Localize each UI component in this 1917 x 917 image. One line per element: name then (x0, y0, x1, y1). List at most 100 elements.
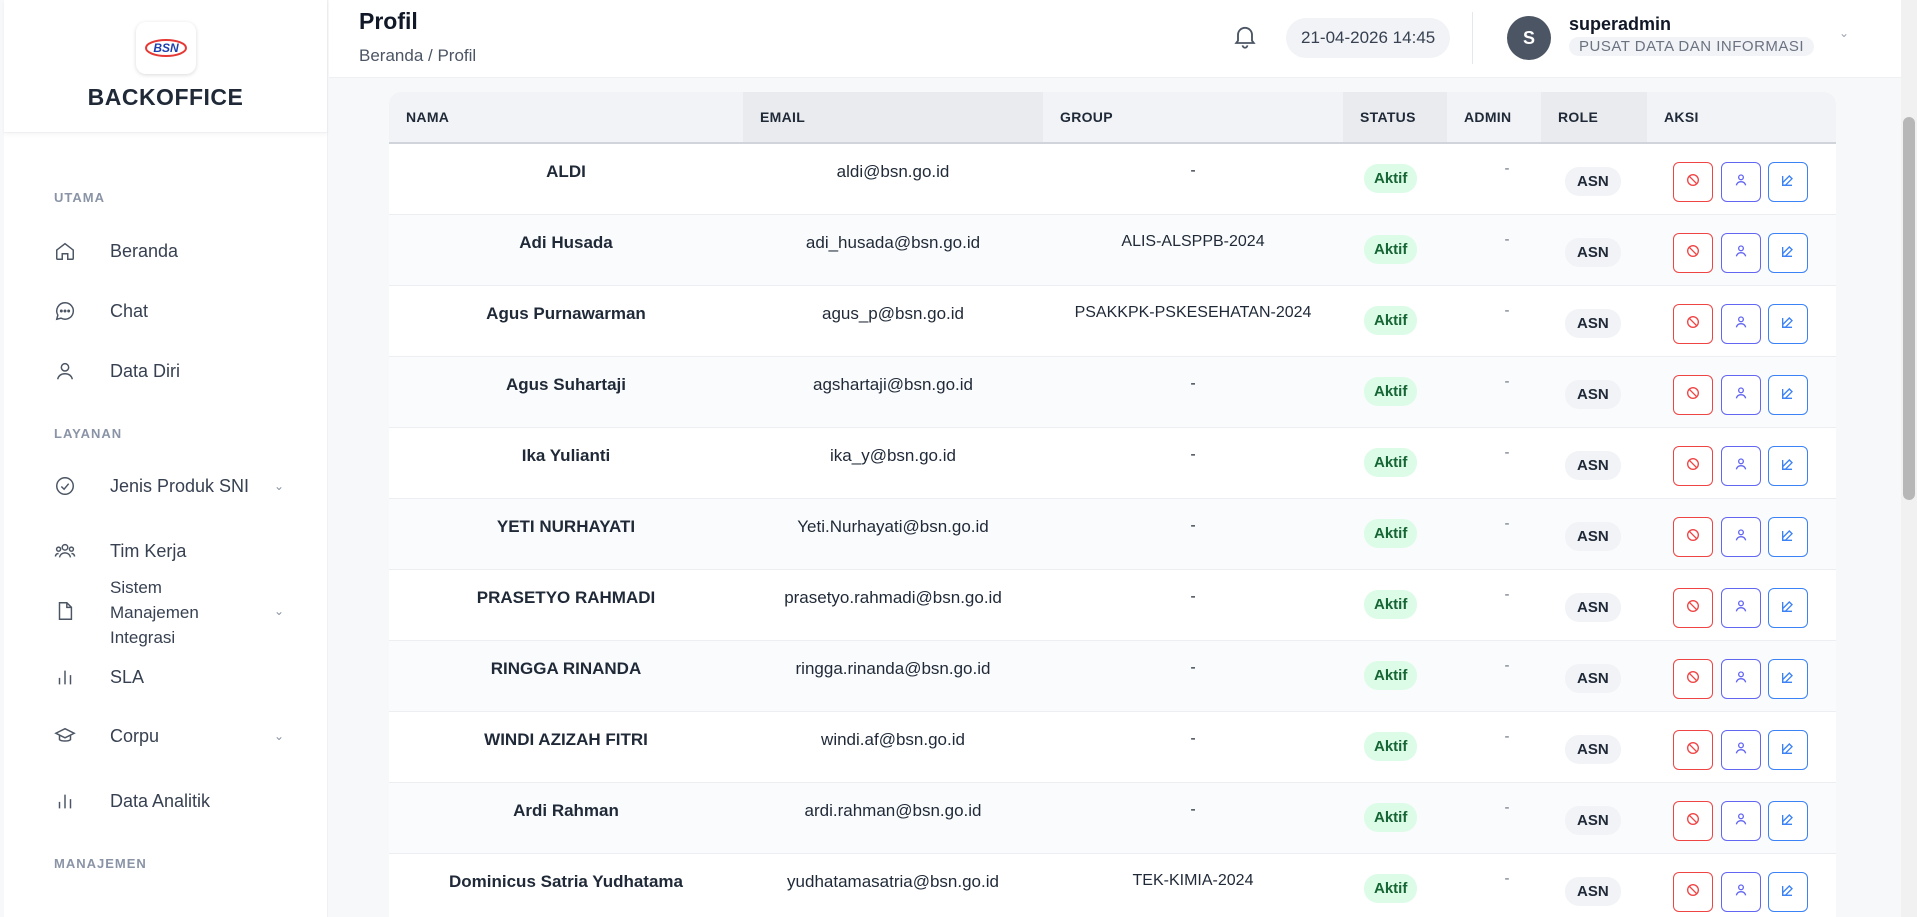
deactivate-button[interactable] (1673, 162, 1713, 202)
section-label-utama: UTAMA (54, 190, 105, 205)
view-profile-button[interactable] (1721, 588, 1761, 628)
role-badge: ASN (1565, 167, 1621, 196)
view-profile-button[interactable] (1721, 517, 1761, 557)
ban-icon (1685, 172, 1701, 193)
ban-icon (1685, 314, 1701, 335)
deactivate-button[interactable] (1673, 233, 1713, 273)
sidebar-item-tim-kerja[interactable]: Tim Kerja (54, 540, 284, 562)
bsn-logo[interactable]: BSN (135, 22, 196, 74)
view-profile-button[interactable] (1721, 801, 1761, 841)
cell-admin: - (1504, 515, 1510, 532)
edit-button[interactable] (1768, 517, 1808, 557)
user-icon (1733, 456, 1749, 477)
deactivate-button[interactable] (1673, 304, 1713, 344)
user-icon (54, 360, 76, 382)
view-profile-button[interactable] (1721, 304, 1761, 344)
deactivate-button[interactable] (1673, 517, 1713, 557)
breadcrumb[interactable]: Beranda / Profil (359, 46, 476, 66)
role-badge: ASN (1565, 451, 1621, 480)
ban-icon (1685, 456, 1701, 477)
sidebar-item-label: Jenis Produk SNI (110, 475, 250, 496)
status-badge: Aktif (1364, 732, 1418, 761)
sidebar-item-corpu[interactable]: Corpu ⌄ (54, 725, 284, 747)
view-profile-button[interactable] (1721, 162, 1761, 202)
cell-nama: Ika Yulianti (521, 446, 611, 465)
cell-email: adi_husada@bsn.go.id (805, 233, 981, 252)
edit-button[interactable] (1768, 801, 1808, 841)
role-badge: ASN (1565, 522, 1621, 551)
cell-nama: Dominicus Satria Yudhatama (449, 872, 683, 891)
top-bar: Profil Beranda / Profil 21-04-2026 14:45… (329, 0, 1901, 78)
status-badge: Aktif (1364, 377, 1418, 406)
column-header-nama[interactable]: NAMA (389, 92, 743, 142)
status-badge: Aktif (1364, 164, 1418, 193)
edit-button[interactable] (1768, 304, 1808, 344)
column-header-group[interactable]: GROUP (1043, 92, 1343, 142)
cell-group: ALIS-ALSPPB-2024 (1121, 233, 1265, 250)
deactivate-button[interactable] (1673, 872, 1713, 912)
users-table: NAMA EMAIL GROUP STATUS ADMIN ROLE AKSI … (389, 92, 1836, 917)
edit-button[interactable] (1768, 730, 1808, 770)
cell-email: windi.af@bsn.go.id (821, 730, 965, 749)
cell-email: yudhatamasatria@bsn.go.id (787, 872, 999, 891)
bell-icon[interactable] (1231, 22, 1259, 55)
sidebar-item-data-diri[interactable]: Data Diri (54, 360, 284, 382)
sidebar-item-beranda[interactable]: Beranda (54, 240, 284, 262)
view-profile-button[interactable] (1721, 730, 1761, 770)
deactivate-button[interactable] (1673, 446, 1713, 486)
user-icon (1733, 669, 1749, 690)
brand-header: BSN BACKOFFICE (4, 0, 327, 133)
deactivate-button[interactable] (1673, 801, 1713, 841)
sidebar-item-chat[interactable]: Chat (54, 300, 284, 322)
sidebar-item-sla[interactable]: SLA (54, 666, 284, 688)
cell-group: - (1190, 801, 1196, 818)
sidebar-item-label: Beranda (110, 240, 179, 261)
chevron-down-icon[interactable]: ⌄ (1839, 26, 1849, 40)
view-profile-button[interactable] (1721, 233, 1761, 273)
ban-icon (1685, 243, 1701, 264)
edit-icon (1780, 882, 1796, 903)
table-row: Ardi Rahman ardi.rahman@bsn.go.id - Aktif - A… (389, 783, 1836, 854)
sidebar-item-sistem-manajemen-integrasi[interactable]: Sistem Manajemen Integrasi ⌄ (54, 578, 284, 647)
sidebar-item-jenis-produk-sni[interactable]: Jenis Produk SNI ⌄ (54, 475, 284, 497)
view-profile-button[interactable] (1721, 872, 1761, 912)
team-icon (54, 540, 76, 562)
sidebar-item-data-analitik[interactable]: Data Analitik (54, 790, 284, 812)
role-badge: ASN (1565, 380, 1621, 409)
column-header-email[interactable]: EMAIL (743, 92, 1043, 142)
user-icon (1733, 598, 1749, 619)
cell-nama: Agus Suhartaji (506, 375, 626, 394)
role-badge: ASN (1565, 735, 1621, 764)
deactivate-button[interactable] (1673, 659, 1713, 699)
column-header-admin[interactable]: ADMIN (1447, 92, 1541, 142)
deactivate-button[interactable] (1673, 375, 1713, 415)
edit-button[interactable] (1768, 375, 1808, 415)
user-name[interactable]: superadmin (1569, 14, 1671, 35)
edit-button[interactable] (1768, 233, 1808, 273)
datetime-badge: 21-04-2026 14:45 (1286, 18, 1451, 58)
sidebar-item-label: Sistem Manajemen Integrasi (110, 578, 199, 647)
edit-button[interactable] (1768, 588, 1808, 628)
edit-button[interactable] (1768, 162, 1808, 202)
edit-button[interactable] (1768, 872, 1808, 912)
edit-button[interactable] (1768, 659, 1808, 699)
view-profile-button[interactable] (1721, 375, 1761, 415)
deactivate-button[interactable] (1673, 730, 1713, 770)
check-circle-icon (54, 475, 76, 497)
column-header-status[interactable]: STATUS (1343, 92, 1447, 142)
scrollbar-thumb[interactable] (1903, 117, 1915, 500)
status-badge: Aktif (1364, 590, 1418, 619)
edit-icon (1780, 456, 1796, 477)
cell-email: Yeti.Nurhayati@bsn.go.id (797, 517, 989, 536)
avatar[interactable]: S (1507, 16, 1551, 60)
view-profile-button[interactable] (1721, 659, 1761, 699)
cell-nama: YETI NURHAYATI (496, 517, 636, 536)
edit-button[interactable] (1768, 446, 1808, 486)
table-row: Adi Husada adi_husada@bsn.go.id ALIS-ALSPP… (389, 215, 1836, 286)
role-badge: ASN (1565, 877, 1621, 906)
deactivate-button[interactable] (1673, 588, 1713, 628)
table-row: Dominicus Satria Yudhatama yudhatamasatri… (389, 854, 1836, 917)
ban-icon (1685, 811, 1701, 832)
view-profile-button[interactable] (1721, 446, 1761, 486)
column-header-role[interactable]: ROLE (1541, 92, 1647, 142)
